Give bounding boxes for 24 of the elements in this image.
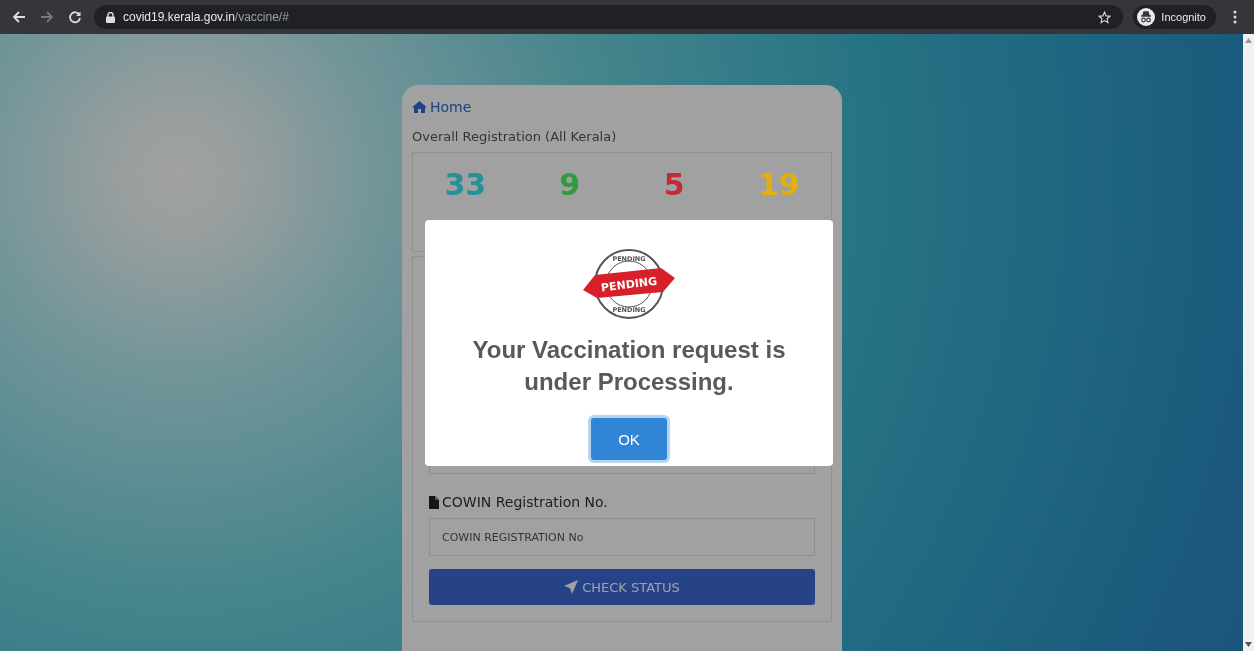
incognito-button[interactable]: Incognito [1133, 5, 1216, 29]
scroll-down-icon[interactable] [1245, 642, 1252, 647]
stat-count: 9 [558, 167, 582, 203]
file-icon [429, 495, 439, 509]
registration-input[interactable]: COWIN REGISTRATION No [429, 518, 815, 556]
stat-count: 33 [443, 167, 488, 203]
stat-count: 19 [756, 167, 801, 203]
menu-icon [1233, 10, 1237, 24]
send-icon [564, 580, 579, 594]
section-title: Overall Registration (All Kerala) [412, 129, 618, 144]
incognito-icon [1137, 8, 1156, 26]
scrollbar[interactable] [1243, 34, 1254, 651]
check-status-button[interactable]: CHECK STATUS [429, 569, 815, 605]
field-label: COWIN Registration No. [442, 494, 608, 510]
url-text: covid19.kerala.gov.in/vaccine/# [123, 10, 289, 24]
home-link[interactable]: Home [412, 99, 472, 115]
dialog-message: Your Vaccination request is under Processing. [471, 335, 787, 397]
reload-button[interactable] [66, 8, 84, 26]
home-icon [412, 101, 427, 113]
address-bar[interactable]: covid19.kerala.gov.in/vaccine/# [94, 5, 1124, 29]
lock-icon [106, 11, 115, 23]
ok-button[interactable]: OK [591, 418, 667, 460]
star-icon[interactable] [1098, 10, 1112, 24]
stat-count: 5 [662, 167, 686, 203]
